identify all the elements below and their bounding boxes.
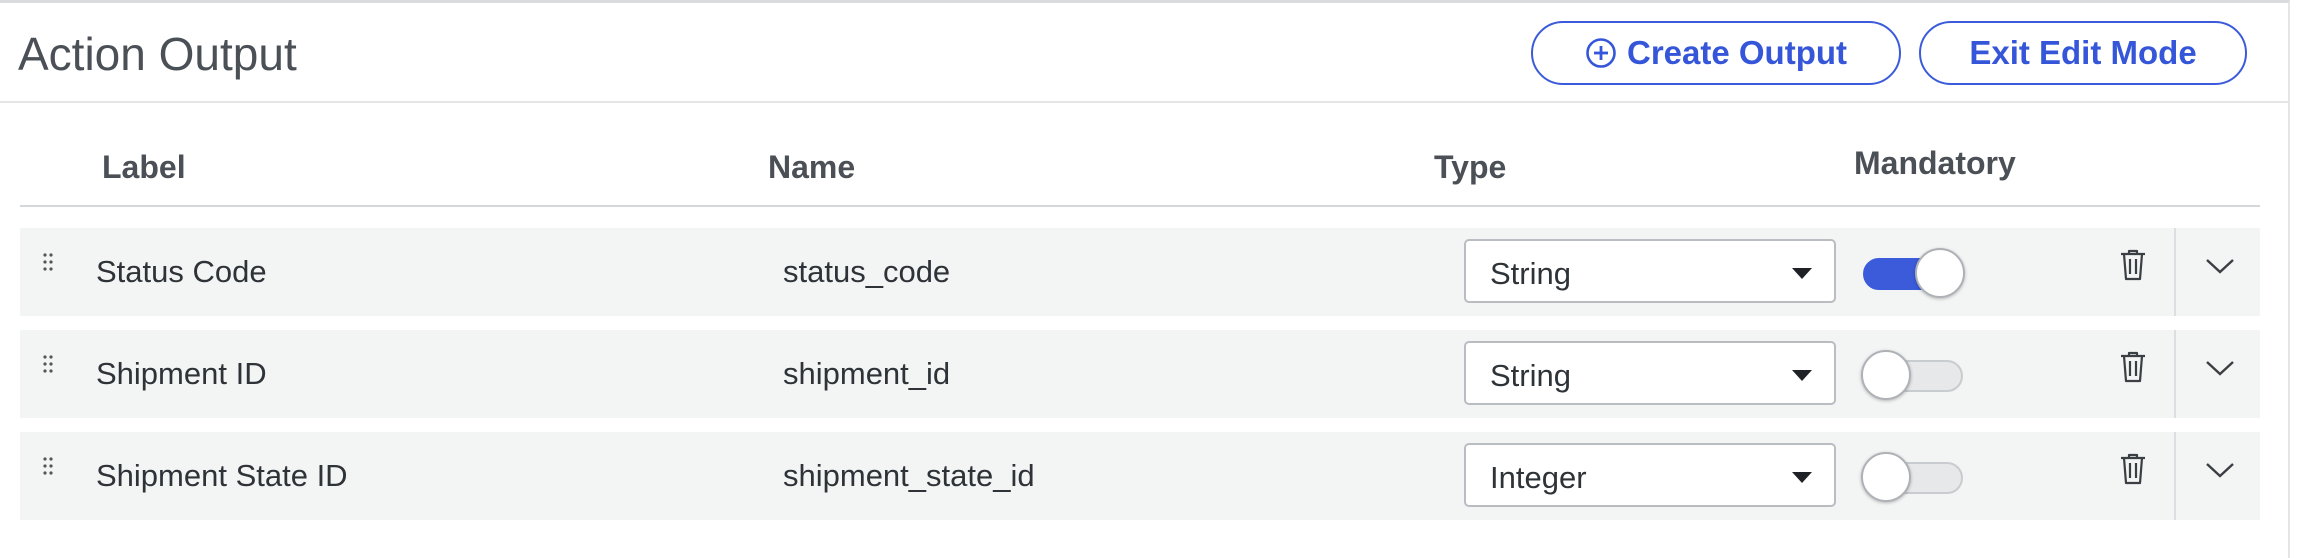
create-output-button[interactable]: Create Output (1531, 21, 1901, 85)
exit-edit-mode-label: Exit Edit Mode (1969, 34, 2197, 71)
row-divider (2174, 432, 2176, 520)
action-output-panel: Action Output Create Output Exit Edit Mo… (0, 0, 2290, 558)
type-select-value: String (1490, 358, 1571, 393)
toggle-knob (1915, 248, 1965, 298)
table-row: Shipment ID shipment_id String (20, 330, 2260, 418)
drag-handle-icon[interactable] (42, 252, 54, 272)
header-divider (20, 205, 2260, 207)
mandatory-toggle[interactable] (1861, 350, 1963, 400)
column-header-mandatory: Mandatory (1854, 145, 2016, 181)
create-output-label: Create Output (1626, 34, 1847, 71)
type-select-value: String (1490, 256, 1571, 291)
row-label: Shipment ID (96, 356, 267, 391)
mandatory-toggle[interactable] (1861, 452, 1963, 502)
toggle-knob (1861, 452, 1911, 502)
table-row: Status Code status_code String (20, 228, 2260, 316)
type-select[interactable]: String (1464, 239, 1836, 303)
type-select[interactable]: String (1464, 341, 1836, 405)
chevron-down-icon[interactable] (2204, 460, 2236, 480)
mandatory-toggle[interactable] (1863, 248, 1965, 298)
type-select-value: Integer (1490, 460, 1587, 495)
caret-down-icon (1792, 268, 1812, 279)
trash-icon[interactable] (2118, 350, 2148, 384)
row-name: shipment_state_id (783, 458, 1035, 493)
drag-handle-icon[interactable] (42, 354, 54, 374)
caret-down-icon (1792, 370, 1812, 381)
row-label: Shipment State ID (96, 458, 348, 493)
drag-handle-icon[interactable] (42, 456, 54, 476)
chevron-down-icon[interactable] (2204, 358, 2236, 378)
type-select[interactable]: Integer (1464, 443, 1836, 507)
row-divider (2174, 228, 2176, 316)
column-header-name: Name (768, 149, 856, 185)
trash-icon[interactable] (2118, 452, 2148, 486)
plus-circle-icon (1586, 38, 1616, 68)
table-row: Shipment State ID shipment_state_id Inte… (20, 432, 2260, 520)
column-header-type: Type (1434, 149, 1507, 185)
row-name: shipment_id (783, 356, 951, 391)
row-label: Status Code (96, 254, 267, 289)
caret-down-icon (1792, 472, 1812, 483)
panel-header: Action Output Create Output Exit Edit Mo… (0, 3, 2288, 103)
page-title: Action Output (18, 28, 297, 80)
row-divider (2174, 330, 2176, 418)
row-name: status_code (783, 254, 951, 289)
exit-edit-mode-button[interactable]: Exit Edit Mode (1919, 21, 2247, 85)
toggle-knob (1861, 350, 1911, 400)
trash-icon[interactable] (2118, 248, 2148, 282)
column-header-label: Label (102, 149, 186, 185)
chevron-down-icon[interactable] (2204, 256, 2236, 276)
